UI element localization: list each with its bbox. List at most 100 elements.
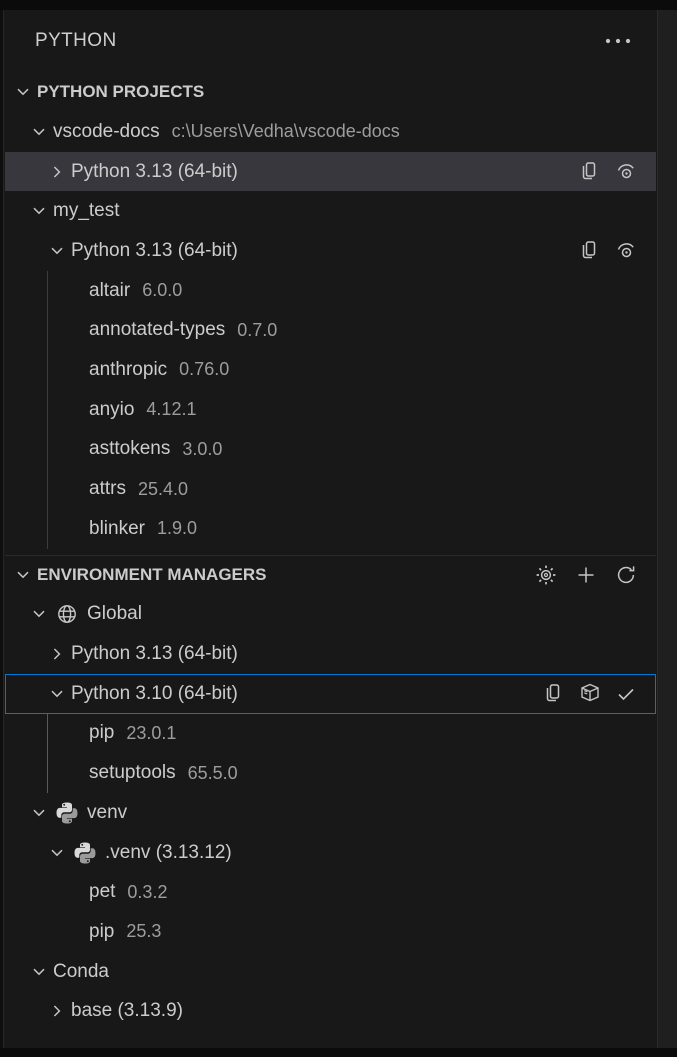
eye-icon <box>614 160 638 184</box>
package-version: 0.3.2 <box>127 882 167 903</box>
package-version: 1.9.0 <box>157 518 197 539</box>
check-icon <box>614 682 638 706</box>
chevron-down-icon[interactable] <box>29 962 49 982</box>
copy-button[interactable] <box>542 682 566 706</box>
chevron-down-icon[interactable] <box>13 82 33 102</box>
package-row-anthropic[interactable]: anthropic 0.76.0 <box>5 350 656 390</box>
package-row-annotated-types[interactable]: annotated-types 0.7.0 <box>5 310 656 350</box>
refresh-icon <box>614 563 638 587</box>
python-logo-icon <box>55 801 79 825</box>
environment-name: .venv (3.13.12) <box>105 842 232 864</box>
package-version: 3.0.0 <box>182 439 222 460</box>
manager-name: Conda <box>53 961 109 983</box>
panel-title: PYTHON <box>35 30 117 52</box>
tree-item-my-test[interactable]: my_test <box>5 191 656 231</box>
package-row-attrs[interactable]: attrs 25.4.0 <box>5 469 656 509</box>
chevron-down-icon[interactable] <box>29 201 49 221</box>
panel-title-bar: PYTHON <box>5 10 656 72</box>
python-sidebar-panel: PYTHON PYTHON PROJECTS vscode-docs c:\Us… <box>0 0 677 1057</box>
package-version: 23.0.1 <box>126 723 176 744</box>
section-header-python-projects[interactable]: PYTHON PROJECTS <box>5 72 656 112</box>
package-version: 4.12.1 <box>146 399 196 420</box>
copy-icon <box>578 239 602 263</box>
package-row-pet[interactable]: pet 0.3.2 <box>5 872 656 912</box>
package-version: 65.5.0 <box>188 763 238 784</box>
python-logo-icon <box>73 841 97 865</box>
chevron-down-icon[interactable] <box>47 843 67 863</box>
package-version: 25.4.0 <box>138 479 188 500</box>
package-row-anyio[interactable]: anyio 4.12.1 <box>5 390 656 430</box>
package-version: 25.3 <box>126 921 161 942</box>
chevron-right-icon[interactable] <box>47 162 67 182</box>
package-version: 6.0.0 <box>142 280 182 301</box>
package-row-pip[interactable]: pip 23.0.1 <box>5 714 656 754</box>
manage-packages-button[interactable] <box>578 682 602 706</box>
tree-item-dot-venv[interactable]: .venv (3.13.12) <box>5 833 656 873</box>
tree-item-conda[interactable]: Conda <box>5 952 656 992</box>
section-header-environment-managers[interactable]: ENVIRONMENT MANAGERS <box>5 555 656 595</box>
chevron-down-icon[interactable] <box>47 684 67 704</box>
package-name: pip <box>89 921 114 943</box>
add-environment-button[interactable] <box>574 563 598 587</box>
package-box-icon <box>578 682 602 706</box>
tree-item-conda-base[interactable]: base (3.13.9) <box>5 991 656 1031</box>
reveal-button[interactable] <box>614 239 638 263</box>
package-row-setuptools[interactable]: setuptools 65.5.0 <box>5 753 656 793</box>
gear-icon <box>534 563 558 587</box>
package-name: attrs <box>89 478 126 500</box>
copy-icon <box>578 160 602 184</box>
tree-item-python-310-global[interactable]: Python 3.10 (64-bit) <box>5 674 656 714</box>
environment-name: Python 3.13 (64-bit) <box>71 240 238 262</box>
package-row-altair[interactable]: altair 6.0.0 <box>5 271 656 311</box>
chevron-down-icon[interactable] <box>13 565 33 585</box>
more-actions-button[interactable] <box>604 29 632 53</box>
project-name: vscode-docs <box>53 121 160 143</box>
bottom-border-strip <box>0 1048 677 1057</box>
package-version: 0.76.0 <box>179 359 229 380</box>
manager-name: Global <box>87 603 142 625</box>
environment-name: Python 3.10 (64-bit) <box>71 683 238 705</box>
package-name: annotated-types <box>89 319 225 341</box>
copy-button[interactable] <box>578 239 602 263</box>
reveal-button[interactable] <box>614 160 638 184</box>
section-title: ENVIRONMENT MANAGERS <box>37 565 267 585</box>
chevron-down-icon[interactable] <box>29 803 49 823</box>
package-name: asttokens <box>89 438 170 460</box>
refresh-button[interactable] <box>614 563 638 587</box>
chevron-down-icon[interactable] <box>29 122 49 142</box>
copy-button[interactable] <box>578 160 602 184</box>
tree-item-venv[interactable]: venv <box>5 793 656 833</box>
chevron-down-icon[interactable] <box>29 604 49 624</box>
left-edge-rail <box>0 10 4 1048</box>
package-version: 0.7.0 <box>237 320 277 341</box>
set-active-button[interactable] <box>614 682 638 706</box>
package-name: setuptools <box>89 762 176 784</box>
ellipsis-icon <box>605 38 631 44</box>
tree-item-python-313-global[interactable]: Python 3.13 (64-bit) <box>5 634 656 674</box>
tree-item-python-313-project[interactable]: Python 3.13 (64-bit) <box>5 152 656 192</box>
eye-icon <box>614 239 638 263</box>
settings-button[interactable] <box>534 563 558 587</box>
chevron-down-icon[interactable] <box>47 241 67 261</box>
package-row-asttokens[interactable]: asttokens 3.0.0 <box>5 430 656 470</box>
package-name: pip <box>89 722 114 744</box>
package-row-blinker[interactable]: blinker 1.9.0 <box>5 509 656 549</box>
project-path: c:\Users\Vedha\vscode-docs <box>172 121 400 142</box>
package-row-pip-venv[interactable]: pip 25.3 <box>5 912 656 952</box>
plus-icon <box>574 563 598 587</box>
copy-icon <box>542 682 566 706</box>
environment-name: Python 3.13 (64-bit) <box>71 161 238 183</box>
package-name: altair <box>89 280 130 302</box>
tree-item-global[interactable]: Global <box>5 595 656 635</box>
tree-item-vscode-docs[interactable]: vscode-docs c:\Users\Vedha\vscode-docs <box>5 112 656 152</box>
top-border-strip <box>0 0 677 10</box>
chevron-right-icon[interactable] <box>47 644 67 664</box>
tree-item-python-313-mytest[interactable]: Python 3.13 (64-bit) <box>5 231 656 271</box>
package-name: anyio <box>89 399 134 421</box>
project-name: my_test <box>53 200 120 222</box>
chevron-right-icon[interactable] <box>47 1001 67 1021</box>
right-gutter <box>657 10 677 1048</box>
environment-name: base (3.13.9) <box>71 1000 183 1022</box>
globe-icon <box>55 602 79 626</box>
package-name: blinker <box>89 518 145 540</box>
